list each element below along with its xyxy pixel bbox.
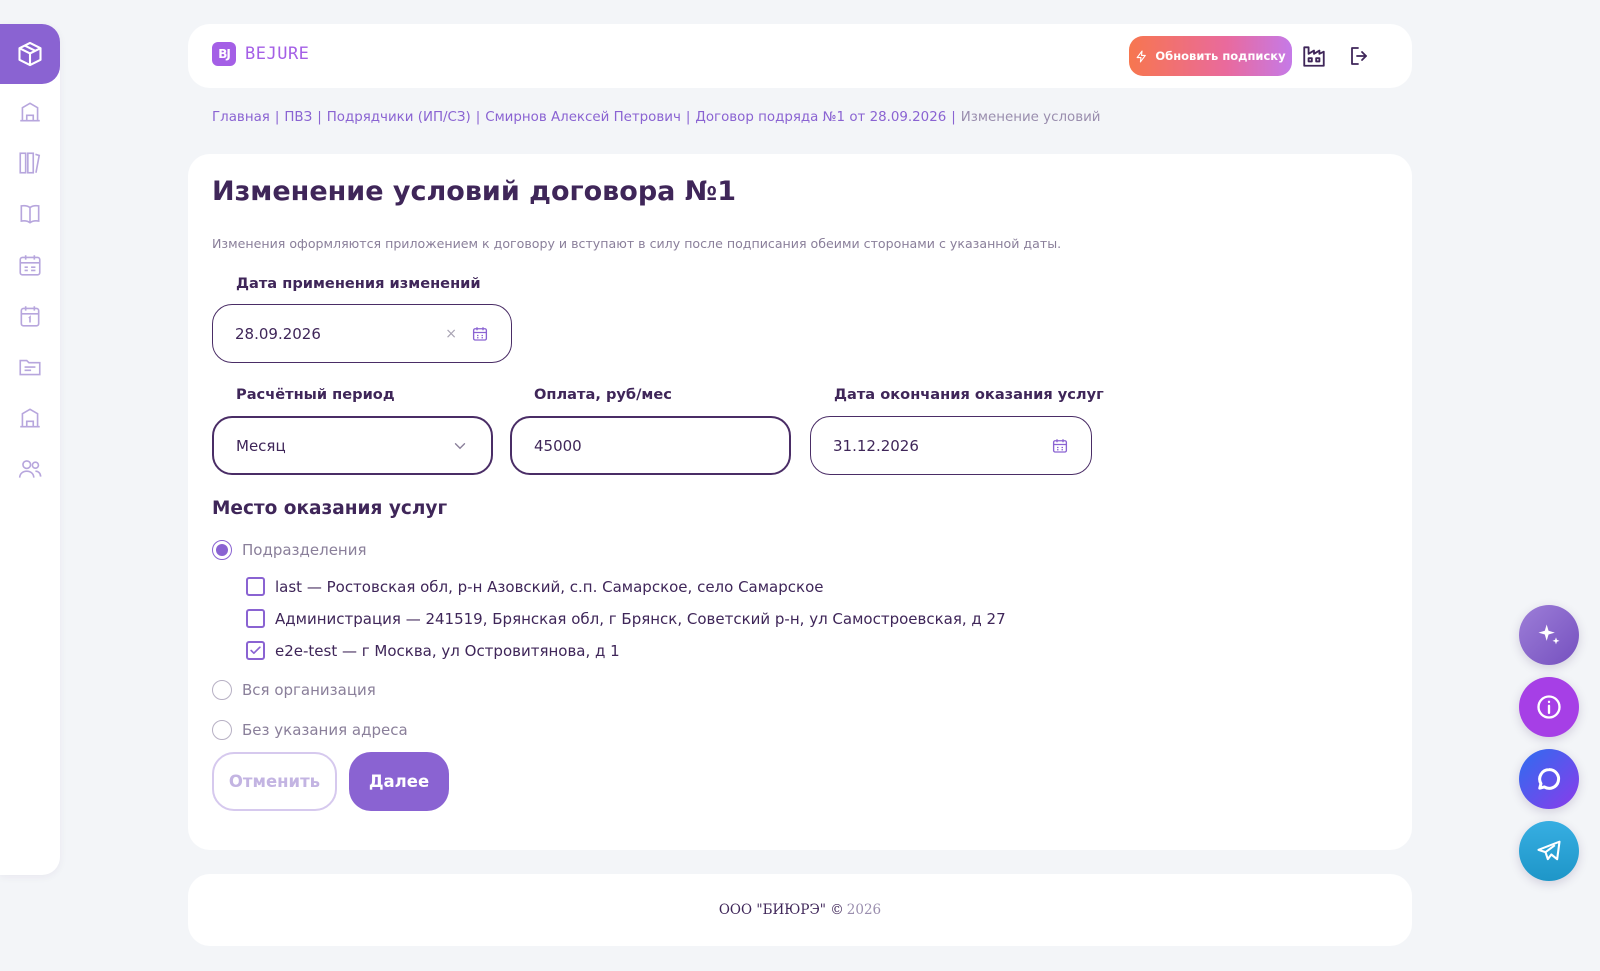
- lightning-icon: [1137, 50, 1147, 62]
- footer: ООО "БИЮРЭ" © 2026: [188, 874, 1412, 946]
- unit-checkbox-e2e-test[interactable]: e2e-test — г Москва, ул Островитянова, д…: [246, 641, 620, 660]
- location-section-title: Место оказания услуг: [212, 498, 448, 519]
- logo-mark: BJ: [212, 42, 236, 66]
- book-icon: [20, 204, 40, 224]
- chat-icon: [1538, 768, 1561, 790]
- cancel-button[interactable]: Отменить: [212, 752, 337, 811]
- calendar-icon: [20, 306, 40, 327]
- radio-label: Подразделения: [242, 541, 367, 559]
- checkbox-label: last — Ростовская обл, р-н Азовский, с.п…: [275, 577, 824, 596]
- breadcrumb-item-contractors[interactable]: Подрядчики (ИП/СЗ): [327, 110, 471, 125]
- breadcrumb-item-home[interactable]: Главная: [212, 110, 270, 125]
- checkbox[interactable]: [246, 577, 265, 596]
- breadcrumb: Главная | ПВЗ | Подрядчики (ИП/СЗ) | Смирнов А…: [212, 110, 1101, 125]
- period-label: Расчётный период: [236, 386, 395, 403]
- logout-button[interactable]: [1346, 42, 1374, 70]
- folder-icon: [19, 359, 41, 376]
- checkbox[interactable]: [246, 641, 265, 660]
- radio-button[interactable]: [212, 540, 232, 560]
- sidebar-item-files[interactable]: [14, 351, 46, 383]
- sparkle-icon: [1538, 624, 1560, 645]
- info-icon: [1537, 695, 1561, 719]
- end-date-field[interactable]: 31.12.2026: [810, 416, 1092, 475]
- apply-date-value: 28.09.2026: [235, 324, 321, 343]
- unit-checkbox-last[interactable]: last — Ростовская обл, р-н Азовский, с.п…: [246, 577, 823, 596]
- checkmark-icon: [250, 646, 261, 655]
- radio-button[interactable]: [212, 720, 232, 740]
- organization-button[interactable]: [1300, 42, 1328, 70]
- breadcrumb-separator: |: [685, 110, 691, 125]
- breadcrumb-item-person[interactable]: Смирнов Алексей Петрович: [485, 110, 681, 125]
- page-title: Изменение условий договора №1: [212, 176, 737, 207]
- radio-label: Без указания адреса: [242, 721, 408, 739]
- payment-label: Оплата, руб/мес: [534, 386, 672, 403]
- radio-button[interactable]: [212, 680, 232, 700]
- checkbox-label: Администрация — 241519, Брянская обл, г …: [275, 609, 1006, 628]
- breadcrumb-item-contract[interactable]: Договор подряда №1 от 28.09.2026: [695, 110, 946, 125]
- payment-input[interactable]: 45000: [510, 416, 791, 475]
- calendar-icon[interactable]: [471, 325, 489, 343]
- end-date-value: 31.12.2026: [833, 436, 919, 455]
- sidebar-item-schedule[interactable]: [14, 249, 46, 281]
- upgrade-subscription-button[interactable]: Обновить подписку: [1129, 36, 1292, 76]
- footer-company: ООО "БИЮРЭ" ©: [718, 902, 844, 918]
- users-icon: [18, 460, 42, 478]
- end-date-label: Дата окончания оказания услуг: [834, 386, 1104, 403]
- telegram-button[interactable]: [1519, 821, 1579, 881]
- logo[interactable]: BJ BEJURE: [212, 42, 309, 66]
- apply-date-field[interactable]: 28.09.2026 ×: [212, 304, 512, 363]
- breadcrumb-separator: |: [475, 110, 481, 125]
- breadcrumb-item-pvz[interactable]: ПВЗ: [284, 110, 312, 125]
- checkbox[interactable]: [246, 609, 265, 628]
- payment-value: 45000: [534, 436, 582, 455]
- sidebar-item-warehouse[interactable]: [14, 402, 46, 434]
- upgrade-label: Обновить подписку: [1155, 49, 1286, 63]
- ai-assistant-button[interactable]: [1519, 605, 1579, 665]
- page-subtitle: Изменения оформляются приложением к дого…: [212, 236, 1062, 251]
- unit-checkbox-administration[interactable]: Администрация — 241519, Брянская обл, г …: [246, 609, 1006, 628]
- breadcrumb-current: Изменение условий: [960, 110, 1101, 125]
- logout-icon: [1351, 47, 1367, 65]
- period-value: Месяц: [236, 436, 286, 455]
- footer-year: 2026: [846, 902, 882, 918]
- sidebar-item-pickup-points[interactable]: [14, 96, 46, 128]
- sidebar-item-calendar[interactable]: [14, 300, 46, 332]
- breadcrumb-separator: |: [317, 110, 322, 125]
- sidebar-item-users[interactable]: [14, 453, 46, 485]
- chat-button[interactable]: [1519, 749, 1579, 809]
- radio-whole-organization[interactable]: Вся организация: [212, 680, 376, 700]
- sidebar-item-docs[interactable]: [14, 198, 46, 230]
- radio-subdivisions[interactable]: Подразделения: [212, 540, 367, 560]
- radio-label: Вся организация: [242, 681, 376, 699]
- checkbox-label: e2e-test — г Москва, ул Островитянова, д…: [275, 641, 620, 660]
- telegram-icon: [1537, 840, 1561, 861]
- schedule-icon: [19, 255, 41, 276]
- period-select[interactable]: Месяц: [212, 416, 493, 475]
- factory-icon: [1303, 46, 1325, 67]
- radio-no-address[interactable]: Без указания адреса: [212, 720, 408, 740]
- apply-date-label: Дата применения изменений: [236, 275, 481, 292]
- info-button[interactable]: [1519, 677, 1579, 737]
- chevron-down-icon: [454, 442, 466, 449]
- change-terms-card: Изменение условий договора №1 Изменения …: [188, 154, 1412, 850]
- warehouse-icon: [20, 408, 40, 428]
- calendar-icon[interactable]: [1051, 437, 1069, 455]
- breadcrumb-separator: |: [951, 110, 956, 125]
- building-icon: [20, 102, 40, 122]
- sidebar: [0, 24, 60, 875]
- sidebar-item-products[interactable]: [0, 24, 60, 84]
- library-icon: [19, 152, 41, 174]
- box-icon: [18, 41, 42, 67]
- sidebar-item-library[interactable]: [14, 147, 46, 179]
- logo-text: BEJURE: [245, 44, 310, 64]
- clear-date-icon[interactable]: ×: [445, 326, 457, 342]
- next-button[interactable]: Далее: [349, 752, 449, 811]
- top-header: BJ BEJURE Обновить подписку: [188, 24, 1412, 88]
- breadcrumb-separator: |: [274, 110, 280, 125]
